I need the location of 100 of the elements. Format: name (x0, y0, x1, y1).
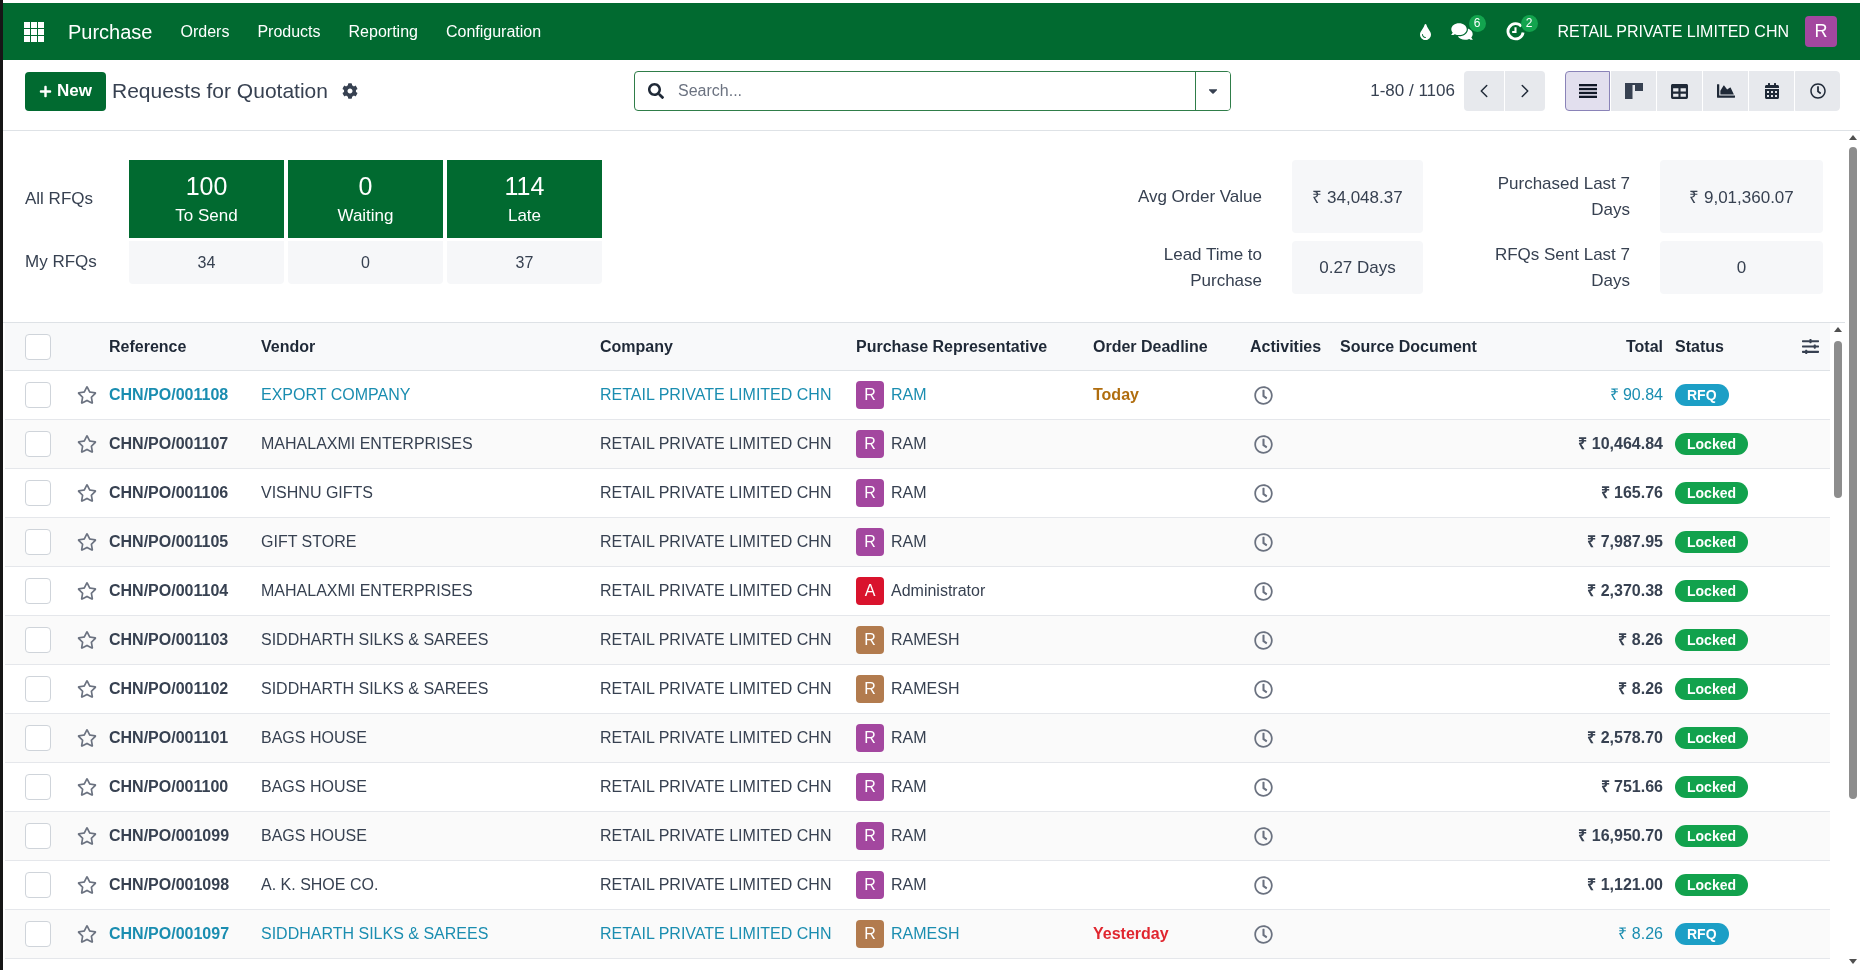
clock-icon[interactable] (1254, 483, 1273, 503)
star-icon[interactable] (76, 777, 97, 797)
row-checkbox[interactable] (25, 431, 51, 457)
column-header[interactable]: Source Document (1340, 336, 1477, 357)
area-chart-icon (1716, 82, 1735, 100)
star-icon[interactable] (76, 924, 97, 944)
clock-icon (1809, 83, 1826, 99)
star-icon[interactable] (76, 483, 97, 503)
column-header[interactable]: Order Deadline (1093, 336, 1208, 357)
column-header[interactable]: Total (1625, 336, 1663, 357)
user-avatar[interactable]: R (1805, 16, 1837, 47)
scroll-down-icon[interactable] (1848, 959, 1857, 964)
row-checkbox[interactable] (25, 529, 51, 555)
row-checkbox[interactable] (25, 774, 51, 800)
row-checkbox[interactable] (25, 382, 51, 408)
menu-item[interactable]: Products (257, 21, 321, 42)
search-input[interactable]: Search... (664, 72, 1195, 110)
list-row[interactable]: CHN/PO/001097 SIDDHARTH SILKS & SAREES RETAIL PRIVATE LIMITED CHN R RAMESH Yesterday ₹ 8.26 RFQ (5, 910, 1830, 959)
row-checkbox[interactable] (25, 480, 51, 506)
clock-icon[interactable] (1505, 22, 1525, 41)
scrollbar-thumb[interactable] (1833, 341, 1842, 498)
pager-value[interactable]: 1-80 / 1106 (1370, 80, 1455, 102)
company-name: RETAIL PRIVATE LIMITED CHN (600, 385, 832, 405)
row-checkbox[interactable] (25, 921, 51, 947)
clock-icon[interactable] (1254, 434, 1273, 454)
star-icon[interactable] (76, 826, 97, 846)
company-name: RETAIL PRIVATE LIMITED CHN (600, 728, 832, 748)
menu-item[interactable]: Configuration (445, 21, 542, 42)
rfq-count-tile[interactable]: 100 To Send (129, 160, 284, 238)
clock-icon[interactable] (1254, 581, 1273, 601)
search-options-button[interactable] (1195, 72, 1230, 110)
search-field[interactable]: Search... (634, 71, 1231, 111)
star-icon[interactable] (76, 434, 97, 454)
row-checkbox[interactable] (25, 578, 51, 604)
row-checkbox[interactable] (25, 676, 51, 702)
column-header[interactable]: Company (600, 336, 673, 357)
order-total: ₹ 8.26 (1618, 630, 1663, 650)
star-icon[interactable] (76, 532, 97, 552)
clock-icon[interactable] (1254, 826, 1273, 846)
select-all-checkbox[interactable] (25, 333, 51, 360)
my-rfq-count[interactable]: 37 (447, 241, 602, 284)
menu-item[interactable]: Orders (180, 21, 230, 42)
rfq-count-tile[interactable]: 114 Late (447, 160, 602, 238)
user-avatar: R (856, 822, 884, 850)
my-rfq-count[interactable]: 34 (129, 241, 284, 284)
representative-name: RAM (891, 385, 927, 405)
app-name[interactable]: Purchase (68, 19, 153, 44)
chat-bubbles-icon[interactable] (1450, 22, 1473, 41)
water-drop-icon[interactable] (1419, 23, 1431, 40)
my-rfq-count[interactable]: 0 (288, 241, 443, 284)
column-header[interactable]: Activities (1250, 336, 1322, 357)
clock-icon[interactable] (1254, 924, 1273, 944)
row-checkbox[interactable] (25, 823, 51, 849)
clock-icon[interactable] (1254, 728, 1273, 748)
row-checkbox[interactable] (25, 627, 51, 653)
clock-icon[interactable] (1254, 630, 1273, 650)
column-header[interactable]: Reference (109, 336, 187, 357)
apps-grid-icon[interactable] (24, 21, 44, 42)
list-row[interactable]: CHN/PO/001105 GIFT STORE RETAIL PRIVATE LIMITED CHN R RAM ₹ 7,987.95 Locked (5, 518, 1830, 567)
view-switch-button[interactable] (1565, 71, 1610, 111)
user-avatar: R (856, 528, 884, 556)
search-icon (648, 83, 664, 99)
menu-item[interactable]: Reporting (348, 21, 418, 42)
star-icon[interactable] (76, 385, 97, 405)
sliders-icon[interactable] (1801, 338, 1819, 355)
star-icon[interactable] (76, 875, 97, 895)
new-button[interactable]: New (25, 71, 106, 111)
stat-label: Purchased Last 7 Days (1496, 172, 1630, 221)
list-row[interactable]: CHN/PO/001101 BAGS HOUSE RETAIL PRIVATE LIMITED CHN R RAM ₹ 2,578.70 Locked (5, 714, 1830, 763)
row-checkbox[interactable] (25, 872, 51, 898)
stat-label: Lead Time to Purchase (1162, 243, 1262, 292)
list-row[interactable]: CHN/PO/001099 BAGS HOUSE RETAIL PRIVATE LIMITED CHN R RAM ₹ 16,950.70 Locked (5, 812, 1830, 861)
status-badge: Locked (1675, 629, 1748, 651)
list-row[interactable]: CHN/PO/001107 MAHALAXMI ENTERPRISES RETAIL PRIVATE LIMITED CHN R RAM ₹ 10,464.84 Locked (5, 420, 1830, 469)
star-icon[interactable] (76, 679, 97, 699)
scrollbar-thumb[interactable] (1848, 147, 1857, 799)
notification-count: 6 (1468, 15, 1486, 32)
scroll-up-icon[interactable] (1848, 135, 1857, 140)
rfq-count-tile[interactable]: 0 Waiting (288, 160, 443, 238)
row-label: My RFQs (25, 252, 97, 273)
column-header[interactable]: Status (1675, 336, 1724, 357)
star-icon[interactable] (76, 630, 97, 650)
clock-icon[interactable] (1254, 679, 1273, 699)
column-header[interactable]: Vendor (261, 336, 316, 357)
vendor-name: EXPORT COMPANY (261, 385, 411, 405)
star-icon[interactable] (76, 728, 97, 748)
vendor-name: GIFT STORE (261, 532, 357, 552)
list-row[interactable]: CHN/PO/001103 SIDDHARTH SILKS & SAREES RETAIL PRIVATE LIMITED CHN R RAMESH ₹ 8.26 Locked (5, 616, 1830, 665)
clock-icon[interactable] (1254, 532, 1273, 552)
clock-icon[interactable] (1254, 875, 1273, 895)
clock-icon[interactable] (1254, 777, 1273, 797)
clock-icon[interactable] (1254, 385, 1273, 405)
gear-icon[interactable] (341, 83, 358, 99)
star-icon[interactable] (76, 581, 97, 601)
scroll-up-icon[interactable] (1833, 327, 1842, 332)
vendor-name: SIDDHARTH SILKS & SAREES (261, 679, 489, 699)
company-name[interactable]: RETAIL PRIVATE LIMITED CHN (1557, 21, 1789, 42)
row-checkbox[interactable] (25, 725, 51, 751)
order-total: ₹ 16,950.70 (1578, 826, 1663, 846)
column-header[interactable]: Purchase Representative (856, 336, 1048, 357)
